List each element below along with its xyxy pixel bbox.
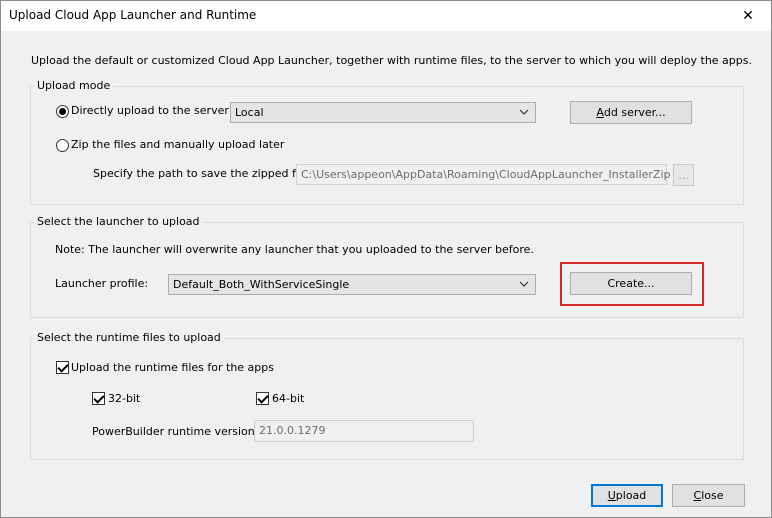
server-select[interactable]: Local bbox=[230, 102, 536, 123]
zip-upload-radio[interactable] bbox=[56, 139, 69, 152]
runtime-version-field: 21.0.0.1279 bbox=[254, 420, 474, 442]
bit64-checkbox[interactable] bbox=[256, 392, 269, 405]
close-button[interactable]: Close bbox=[672, 484, 745, 507]
bit32-checkbox[interactable] bbox=[92, 392, 105, 405]
server-select-value: Local bbox=[235, 106, 264, 119]
direct-upload-label[interactable]: Directly upload to the server bbox=[71, 104, 229, 117]
runtime-group-title: Select the runtime files to upload bbox=[34, 331, 224, 344]
launcher-note: Note: The launcher will overwrite any la… bbox=[55, 243, 534, 256]
runtime-version-value: 21.0.0.1279 bbox=[259, 424, 326, 437]
bit32-label[interactable]: 32-bit bbox=[108, 392, 140, 405]
launcher-profile-value: Default_Both_WithServiceSingle bbox=[173, 278, 350, 291]
chevron-down-icon bbox=[519, 109, 529, 115]
upload-mode-group-title: Upload mode bbox=[34, 79, 114, 92]
runtime-version-label: PowerBuilder runtime version: bbox=[92, 425, 259, 438]
close-window-icon[interactable]: ✕ bbox=[725, 1, 771, 31]
launcher-profile-label: Launcher profile: bbox=[55, 277, 149, 290]
zip-path-label: Specify the path to save the zipped file… bbox=[93, 167, 313, 180]
zip-upload-label[interactable]: Zip the files and manually upload later bbox=[71, 138, 284, 151]
zip-path-field[interactable]: C:\Users\appeon\AppData\Roaming\CloudApp… bbox=[296, 164, 671, 185]
intro-text: Upload the default or customized Cloud A… bbox=[31, 54, 752, 67]
window-title: Upload Cloud App Launcher and Runtime bbox=[9, 8, 257, 22]
upload-button[interactable]: Upload bbox=[591, 484, 663, 507]
upload-runtime-checkbox[interactable] bbox=[56, 361, 69, 374]
title-bar: Upload Cloud App Launcher and Runtime ✕ bbox=[1, 1, 771, 31]
browse-button[interactable]: ... bbox=[673, 164, 694, 186]
bit64-label[interactable]: 64-bit bbox=[272, 392, 304, 405]
zip-path-value: C:\Users\appeon\AppData\Roaming\CloudApp… bbox=[301, 168, 671, 181]
launcher-group-title: Select the launcher to upload bbox=[34, 215, 203, 228]
chevron-down-icon bbox=[519, 281, 529, 287]
direct-upload-radio[interactable] bbox=[56, 105, 69, 118]
create-launcher-button[interactable]: Create... bbox=[570, 272, 692, 295]
upload-dialog: Upload Cloud App Launcher and Runtime ✕ … bbox=[0, 0, 772, 518]
add-server-button[interactable]: Add server... bbox=[570, 101, 692, 124]
upload-runtime-label[interactable]: Upload the runtime files for the apps bbox=[71, 361, 274, 374]
launcher-profile-select[interactable]: Default_Both_WithServiceSingle bbox=[168, 274, 536, 295]
